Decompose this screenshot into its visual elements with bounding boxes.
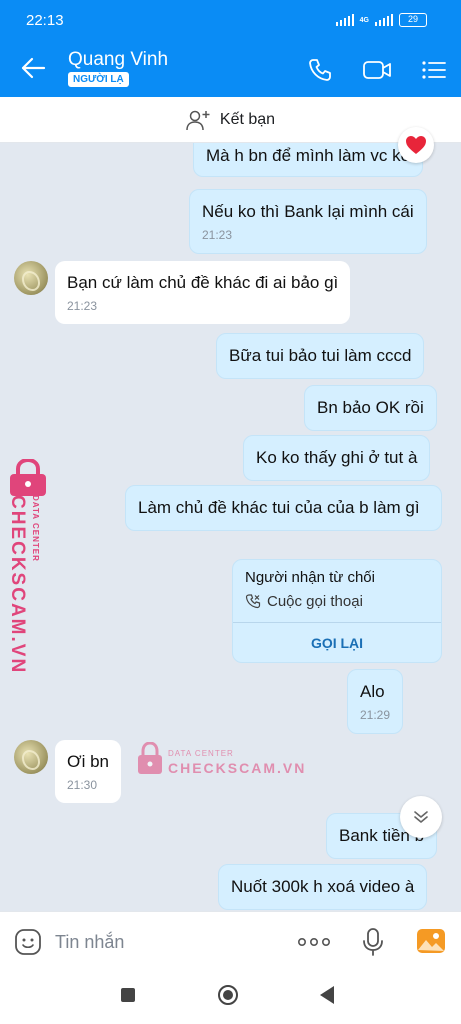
menu-button[interactable] bbox=[420, 56, 448, 84]
watermark-center: DATA CENTER CHECKSCAM.VN bbox=[136, 740, 304, 780]
message-text: Mà h bn để mình làm vc ko bbox=[206, 146, 411, 165]
more-button[interactable] bbox=[297, 932, 331, 957]
message-text: Bữa tui bảo tui làm cccd bbox=[229, 346, 412, 365]
message-text: Bn bảo OK rồi bbox=[317, 398, 424, 417]
message-outgoing[interactable]: Ko ko thấy ghi ở tut à bbox=[243, 435, 431, 481]
video-call-button[interactable] bbox=[362, 56, 391, 84]
declined-call-icon bbox=[245, 593, 261, 608]
call-back-button[interactable]: GỌI LẠI bbox=[233, 623, 441, 663]
message-outgoing[interactable]: Bữa tui bảo tui làm cccd bbox=[216, 333, 425, 379]
message-outgoing[interactable]: Nuốt 300k h xoá video à bbox=[218, 864, 428, 910]
signal-icon-2 bbox=[375, 14, 393, 26]
watermark-tag: DATA CENTER bbox=[168, 749, 234, 758]
call-type-label: Cuộc gọi thoại bbox=[267, 593, 363, 610]
more-icon bbox=[297, 938, 330, 947]
message-time: 21:30 bbox=[67, 778, 98, 792]
stranger-badge: NGƯỜI LẠ bbox=[68, 72, 129, 87]
message-text: Bạn cứ làm chủ đề khác đi ai bảo gì bbox=[67, 273, 339, 292]
gallery-button[interactable] bbox=[416, 927, 446, 960]
phone-icon bbox=[309, 59, 331, 81]
message-outgoing[interactable]: Mà h bn để mình làm vc ko bbox=[193, 143, 424, 177]
lock-logo-icon bbox=[138, 742, 162, 774]
chat-header: 22:13 4G 29 Quang Vinh NGƯỜI LẠ bbox=[0, 0, 461, 97]
back-icon bbox=[21, 57, 46, 79]
battery-level: 29 bbox=[407, 14, 418, 24]
status-bar: 22:13 4G 29 bbox=[0, 0, 461, 40]
watermark-brand: CHECKSCAM.VN bbox=[7, 495, 28, 675]
message-outgoing[interactable]: Làm chủ đề khác tui của của b làm gì bbox=[125, 485, 442, 531]
message-time: 21:23 bbox=[202, 228, 233, 242]
add-friend-label: Kết bạn bbox=[219, 110, 276, 128]
message-outgoing[interactable]: Bn bảo OK rồi bbox=[304, 385, 437, 431]
video-icon bbox=[363, 61, 391, 79]
voice-call-button[interactable] bbox=[306, 56, 334, 84]
message-time: 21:23 bbox=[67, 299, 98, 313]
message-text: Nuốt 300k h xoá video à bbox=[231, 877, 415, 896]
network-type: 4G bbox=[359, 16, 369, 24]
avatar[interactable] bbox=[14, 740, 48, 774]
message-text: Alo bbox=[360, 682, 385, 701]
status-indicators: 4G 29 bbox=[335, 13, 427, 27]
home-button[interactable] bbox=[217, 984, 239, 1011]
message-text: Ơi bn bbox=[67, 752, 109, 771]
message-input[interactable]: Tin nhắn bbox=[55, 932, 124, 953]
missed-call-card: Người nhận từ chối Cuộc gọi thoại GỌI LẠ… bbox=[232, 559, 442, 663]
reaction-button[interactable] bbox=[398, 127, 434, 163]
message-composer: Tin nhắn bbox=[0, 911, 461, 971]
status-time: 22:13 bbox=[26, 12, 64, 29]
message-incoming[interactable]: Bạn cứ làm chủ đề khác đi ai bảo gì 21:2… bbox=[55, 261, 351, 324]
message-list[interactable]: Mà h bn để mình làm vc ko Nếu ko thì Ban… bbox=[0, 143, 461, 911]
home-icon bbox=[218, 985, 238, 1005]
mic-icon bbox=[363, 928, 383, 956]
heart-icon bbox=[406, 136, 426, 154]
call-status: Người nhận từ chối bbox=[245, 569, 375, 586]
watermark-side: CHECKSCAM.VN DATA CENTER bbox=[4, 455, 52, 674]
message-time: 21:29 bbox=[360, 708, 391, 722]
menu-icon bbox=[422, 61, 446, 79]
contact-name[interactable]: Quang Vinh bbox=[68, 49, 168, 71]
message-outgoing[interactable]: Nếu ko thì Bank lại mình cái 21:23 bbox=[189, 189, 427, 254]
battery-icon: 29 bbox=[399, 13, 427, 27]
back-nav-button[interactable] bbox=[318, 985, 336, 1010]
message-outgoing[interactable]: Alo 21:29 bbox=[347, 669, 404, 734]
add-friend-icon bbox=[186, 110, 210, 130]
sticker-icon bbox=[15, 929, 41, 955]
message-text: Ko ko thấy ghi ở tut à bbox=[256, 448, 418, 467]
system-nav-bar bbox=[0, 971, 461, 1024]
back-triangle-icon bbox=[320, 986, 334, 1004]
signal-icon bbox=[335, 14, 354, 26]
recents-icon bbox=[121, 988, 135, 1002]
message-text: Nếu ko thì Bank lại mình cái bbox=[202, 202, 414, 221]
sticker-button[interactable] bbox=[14, 928, 42, 961]
voice-button[interactable] bbox=[362, 927, 384, 962]
image-icon bbox=[417, 929, 445, 953]
chevron-down-icon bbox=[414, 811, 428, 823]
watermark-brand: CHECKSCAM.VN bbox=[168, 760, 307, 776]
message-text: Làm chủ đề khác tui của của b làm gì bbox=[138, 498, 420, 517]
scroll-to-bottom-button[interactable] bbox=[400, 796, 442, 838]
message-incoming[interactable]: Ơi bn 21:30 bbox=[55, 740, 121, 803]
add-friend-button[interactable]: Kết bạn bbox=[0, 97, 461, 143]
recents-button[interactable] bbox=[120, 987, 136, 1008]
avatar[interactable] bbox=[14, 261, 48, 295]
call-type: Cuộc gọi thoại bbox=[245, 593, 363, 610]
back-button[interactable] bbox=[20, 56, 46, 80]
watermark-tag: DATA CENTER bbox=[31, 495, 40, 562]
lock-logo-icon bbox=[10, 459, 46, 496]
